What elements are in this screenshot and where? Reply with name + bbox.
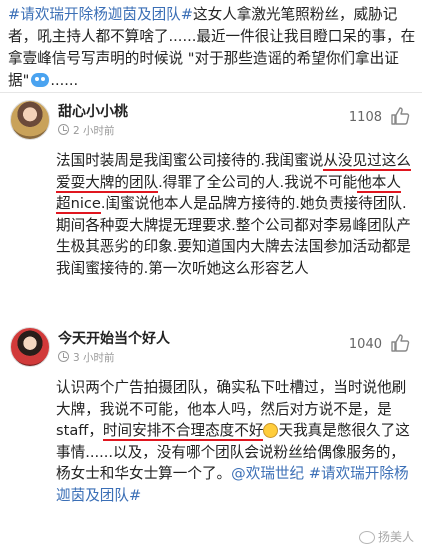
- clock-icon: [58, 124, 69, 135]
- comment-time: 2 小时前: [73, 125, 115, 137]
- post-hashtag-link[interactable]: #请欢瑞开除杨迦茵及团队#: [8, 6, 193, 23]
- comment-text: 法国时装周是我闺蜜公司接待的.我闺蜜说从没见过这么爱耍大牌的团队.得罪了全公司的…: [56, 150, 414, 280]
- comment-header: 今天开始当个好人 3 小时前 1040: [10, 327, 412, 367]
- clock-icon: [58, 351, 69, 362]
- comment-header: 甜心小小桃 2 小时前 1108: [10, 100, 412, 140]
- comment-text: 认识两个广告拍摄团队，确实私下吐槽过，当时说他刷大牌，我说不可能，他本人吗，然后…: [56, 377, 414, 507]
- thumbs-up-icon[interactable]: [390, 107, 410, 125]
- divider: [0, 92, 422, 93]
- emoji-icon: [31, 73, 50, 87]
- comment-username[interactable]: 今天开始当个好人: [58, 328, 170, 348]
- comment-username[interactable]: 甜心小小桃: [58, 101, 128, 121]
- avatar[interactable]: [10, 327, 50, 367]
- comment-text-part: .得罪了全公司的人.我说不可能: [158, 173, 358, 191]
- post-text: #请欢瑞开除杨迦茵及团队#这女人拿激光笔照粉丝，威胁记者，吼主持人都不算啥了..…: [8, 4, 416, 92]
- avatar[interactable]: [10, 100, 50, 140]
- comment-text-part: 法国时装周是我闺蜜公司接待的.我闺蜜说: [56, 152, 324, 169]
- mention-link[interactable]: @欢瑞世纪: [231, 465, 304, 482]
- like-count: 1108: [348, 110, 382, 125]
- wechat-logo-icon: [358, 531, 375, 544]
- like-count: 1040: [348, 337, 382, 352]
- comment-text-part: .闺蜜说他本人是品牌方接待的.她负责接待团队.期间各种耍大牌提无理要求.整个公司…: [56, 195, 411, 277]
- watermark-text: 扬美人: [377, 530, 414, 544]
- thumbs-up-icon[interactable]: [390, 334, 410, 352]
- post-ellipsis: ......: [50, 72, 79, 89]
- underlined-text: 时间安排不合理态度不好: [102, 422, 264, 442]
- comment-time: 3 小时前: [73, 352, 115, 364]
- smile-emoji-icon: [263, 422, 279, 438]
- watermark: 扬美人: [358, 528, 414, 545]
